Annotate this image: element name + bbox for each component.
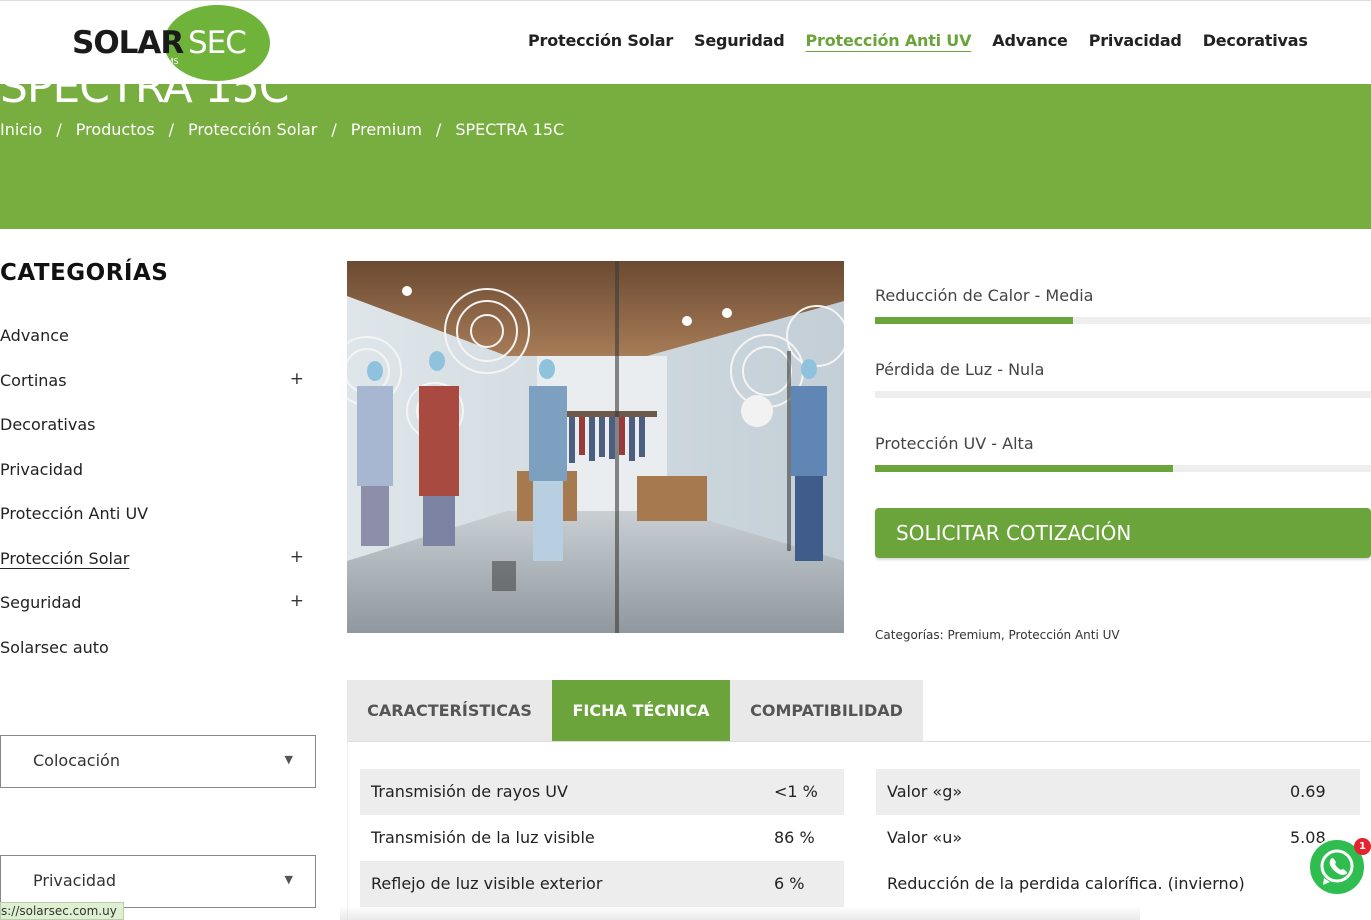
nav-seguridad[interactable]: Seguridad: [694, 31, 785, 50]
bar-label: Reducción de Calor - Media: [875, 286, 1094, 305]
spec-key: Valor «u»: [887, 828, 963, 847]
breadcrumb-separator: /: [168, 120, 174, 139]
product-categories: Categorías: Premium, Protección Anti UV: [875, 628, 1120, 642]
categories-list: Advance Cortinas + Decorativas Privacida…: [0, 316, 310, 672]
bar-proteccion-uv: Protección UV - Alta: [875, 434, 1371, 472]
bar-label: Pérdida de Luz - Nula: [875, 360, 1045, 379]
bar-track: [875, 391, 1371, 398]
breadcrumb-separator: /: [331, 120, 337, 139]
category-label: Protección Solar: [0, 548, 130, 568]
category-privacidad[interactable]: Privacidad: [0, 450, 310, 495]
breadcrumb-current: SPECTRA 15C: [455, 120, 565, 139]
category-label: Cortinas: [0, 370, 67, 390]
category-decorativas[interactable]: Decorativas: [0, 405, 310, 450]
nav-proteccion-solar[interactable]: Protección Solar: [528, 31, 673, 50]
product-image[interactable]: [347, 261, 844, 633]
site-header: SOLAR SEC WINDOW FILMS Protección Solar …: [0, 0, 1371, 84]
bar-label: Protección UV - Alta: [875, 434, 1034, 453]
nav-advance[interactable]: Advance: [992, 31, 1068, 50]
request-quote-button[interactable]: SOLICITAR COTIZACIÓN: [875, 508, 1371, 558]
logo-subtitle: WINDOW FILMS: [116, 57, 179, 66]
tab-panel-ficha-tecnica: Transmisión de rayos UV <1 % Transmisión…: [347, 741, 1371, 920]
select-value: Colocación: [33, 751, 120, 770]
category-cortinas[interactable]: Cortinas +: [0, 361, 310, 406]
spec-key: Valor «g»: [887, 782, 963, 801]
spec-table-right: Valor «g» 0.69 Valor «u» 5.08 Reducción …: [876, 769, 1360, 907]
spec-value: <1 %: [774, 782, 818, 801]
spec-row: Transmisión de la luz visible 86 %: [360, 815, 844, 861]
category-solarsec-auto[interactable]: Solarsec auto: [0, 628, 310, 673]
bar-track: [875, 317, 1371, 324]
expand-plus-icon[interactable]: +: [290, 547, 304, 567]
scroll-fade: [340, 906, 1140, 920]
tab-compatibilidad[interactable]: COMPATIBILIDAD: [730, 680, 923, 741]
category-label: Seguridad: [0, 593, 82, 612]
store-scene-illustration: [347, 261, 844, 633]
breadcrumb-separator: /: [435, 120, 442, 139]
nav-decorativas[interactable]: Decorativas: [1203, 31, 1308, 50]
logo-solar-text: SOLAR: [72, 25, 184, 61]
spec-key: Transmisión de la luz visible: [371, 828, 595, 847]
bar-reduccion-calor: Reducción de Calor - Media: [875, 286, 1371, 324]
breadcrumb-productos[interactable]: Productos: [76, 120, 155, 139]
bar-fill: [875, 317, 1074, 324]
spec-value: 6 %: [774, 874, 805, 893]
category-label: Protección Anti UV: [0, 504, 149, 523]
logo-sec-text: SEC: [188, 25, 247, 61]
nav-proteccion-anti-uv[interactable]: Protección Anti UV: [806, 31, 972, 50]
expand-plus-icon[interactable]: +: [290, 591, 304, 611]
spec-value: 86 %: [774, 828, 815, 847]
page: SOLAR SEC WINDOW FILMS Protección Solar …: [0, 0, 1371, 920]
category-label: Privacidad: [0, 459, 84, 479]
tab-caracteristicas[interactable]: CARACTERÍSTICAS: [347, 680, 552, 741]
select-value: Privacidad: [33, 871, 117, 890]
breadcrumb-proteccion-solar[interactable]: Protección Solar: [188, 120, 317, 139]
notification-badge: 1: [1354, 838, 1371, 855]
category-label: Advance: [0, 326, 69, 345]
breadcrumb: Inicio / Productos / Protección Solar / …: [0, 120, 564, 139]
spec-row: Valor «g» 0.69: [876, 769, 1360, 815]
solarsec-logo[interactable]: SOLAR SEC WINDOW FILMS: [72, 5, 272, 83]
category-advance[interactable]: Advance: [0, 316, 310, 361]
category-proteccion-solar[interactable]: Protección Solar +: [0, 539, 310, 584]
tab-ficha-tecnica[interactable]: FICHA TÉCNICA: [552, 680, 730, 741]
main-nav: Protección Solar Seguridad Protección An…: [528, 31, 1308, 50]
expand-plus-icon[interactable]: +: [290, 369, 304, 389]
spec-value: 0.69: [1290, 782, 1326, 801]
categories-heading: CATEGORÍAS: [0, 260, 169, 286]
page-banner: SPECTRA 15C Inicio / Productos / Protecc…: [0, 84, 1371, 229]
category-proteccion-anti-uv[interactable]: Protección Anti UV: [0, 494, 310, 539]
spec-table-left: Transmisión de rayos UV <1 % Transmisión…: [360, 769, 844, 907]
bar-perdida-luz: Pérdida de Luz - Nula: [875, 360, 1371, 398]
dropdown-arrow-icon: ▼: [284, 753, 293, 766]
dropdown-arrow-icon: ▼: [284, 873, 293, 886]
spec-row: Reflejo de luz visible exterior 6 %: [360, 861, 844, 907]
breadcrumb-premium[interactable]: Premium: [351, 120, 422, 139]
bar-track: [875, 465, 1371, 472]
spec-row: Valor «u» 5.08: [876, 815, 1360, 861]
status-bar-url: s://solarsec.com.uy: [0, 902, 124, 920]
spec-row: Reducción de la perdida calorífica. (inv…: [876, 861, 1360, 907]
spec-key: Transmisión de rayos UV: [371, 782, 568, 801]
category-label: Solarsec auto: [0, 637, 109, 657]
nav-privacidad[interactable]: Privacidad: [1089, 31, 1182, 50]
spec-key: Reducción de la perdida calorífica. (inv…: [887, 874, 1245, 893]
privacidad-select[interactable]: Privacidad ▼: [0, 855, 316, 908]
category-label: Decorativas: [0, 415, 96, 434]
page-title: SPECTRA 15C: [0, 84, 289, 113]
bar-fill: [875, 465, 1173, 472]
product-tabs: CARACTERÍSTICAS FICHA TÉCNICA COMPATIBIL…: [347, 680, 923, 741]
spec-row: Transmisión de rayos UV <1 %: [360, 769, 844, 815]
category-seguridad[interactable]: Seguridad +: [0, 583, 310, 628]
spec-key: Reflejo de luz visible exterior: [371, 874, 603, 893]
colocacion-select[interactable]: Colocación ▼: [0, 735, 316, 788]
breadcrumb-separator: /: [56, 120, 62, 139]
breadcrumb-inicio[interactable]: Inicio: [0, 120, 42, 139]
